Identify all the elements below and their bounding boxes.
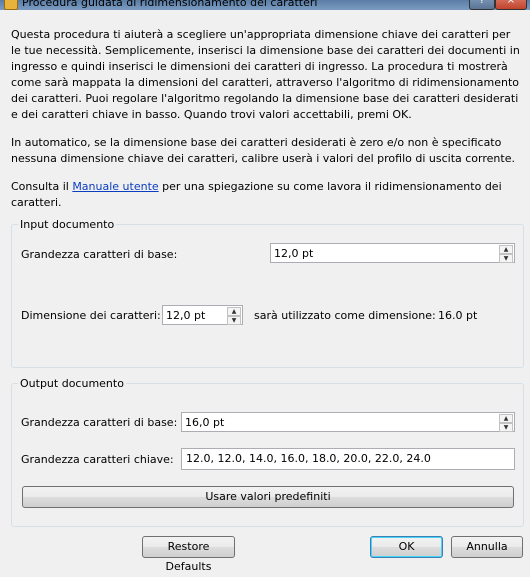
app-icon	[4, 0, 18, 10]
input-base-size-label: Grandezza caratteri di base:	[21, 248, 178, 261]
spin-down-icon[interactable]: ▼	[227, 316, 241, 325]
intro-paragraph-3: Consulta il Manuale utente per una spieg…	[11, 179, 521, 211]
output-base-size-spinbox[interactable]: ▲▼	[181, 412, 515, 432]
title-bar: Procedura guidata di ridimensionamento d…	[0, 0, 530, 10]
user-manual-link[interactable]: Manuale utente	[72, 180, 158, 193]
spin-up-icon[interactable]: ▲	[227, 307, 241, 316]
font-size-arrows[interactable]: ▲ ▼	[227, 307, 241, 325]
output-group-legend: Output documento	[20, 377, 124, 390]
result-size-value: 16.0 pt	[438, 309, 478, 322]
use-defaults-button[interactable]: Usare valori predefiniti	[22, 486, 514, 508]
intro-paragraph-2: In automatico, se la dimensione base dei…	[11, 136, 515, 165]
font-size-spinbox[interactable]: ▲▼	[162, 305, 243, 325]
font-size-label: Dimensione dei caratteri:	[21, 309, 161, 322]
key-sizes-label: Grandezza caratteri chiave:	[21, 453, 174, 466]
intro-paragraph-1: Questa procedura ti aiuterà a scegliere …	[11, 28, 520, 121]
input-base-size-field[interactable]	[271, 244, 502, 262]
output-base-size-field[interactable]	[182, 413, 502, 431]
window-title: Procedura guidata di ridimensionamento d…	[22, 0, 318, 9]
key-sizes-input[interactable]: 12.0, 12.0, 14.0, 16.0, 18.0, 20.0, 22.0…	[181, 448, 515, 470]
manual-text-before: Consulta il	[11, 180, 73, 193]
input-base-size-arrows[interactable]: ▲ ▼	[499, 245, 513, 263]
spin-down-icon[interactable]: ▼	[499, 254, 513, 263]
close-button[interactable]: ×	[495, 0, 527, 10]
result-size-label: sarà utilizzato come dimensione:	[254, 309, 436, 322]
spin-up-icon[interactable]: ▲	[499, 414, 513, 423]
output-base-size-arrows[interactable]: ▲ ▼	[499, 414, 513, 432]
input-base-size-spinbox[interactable]: ▲▼	[270, 243, 515, 263]
ok-button[interactable]: OK	[370, 536, 443, 558]
restore-defaults-button[interactable]: Restore Defaults	[142, 536, 235, 573]
spin-down-icon[interactable]: ▼	[499, 423, 513, 432]
input-group-legend: Input documento	[20, 218, 115, 231]
font-size-field[interactable]	[163, 306, 230, 324]
output-base-size-label: Grandezza caratteri di base:	[21, 416, 178, 429]
spin-up-icon[interactable]: ▲	[499, 245, 513, 254]
cancel-button[interactable]: Annulla	[451, 536, 523, 558]
input-document-group: Input documento	[11, 218, 524, 368]
help-button[interactable]: ?	[469, 0, 495, 10]
